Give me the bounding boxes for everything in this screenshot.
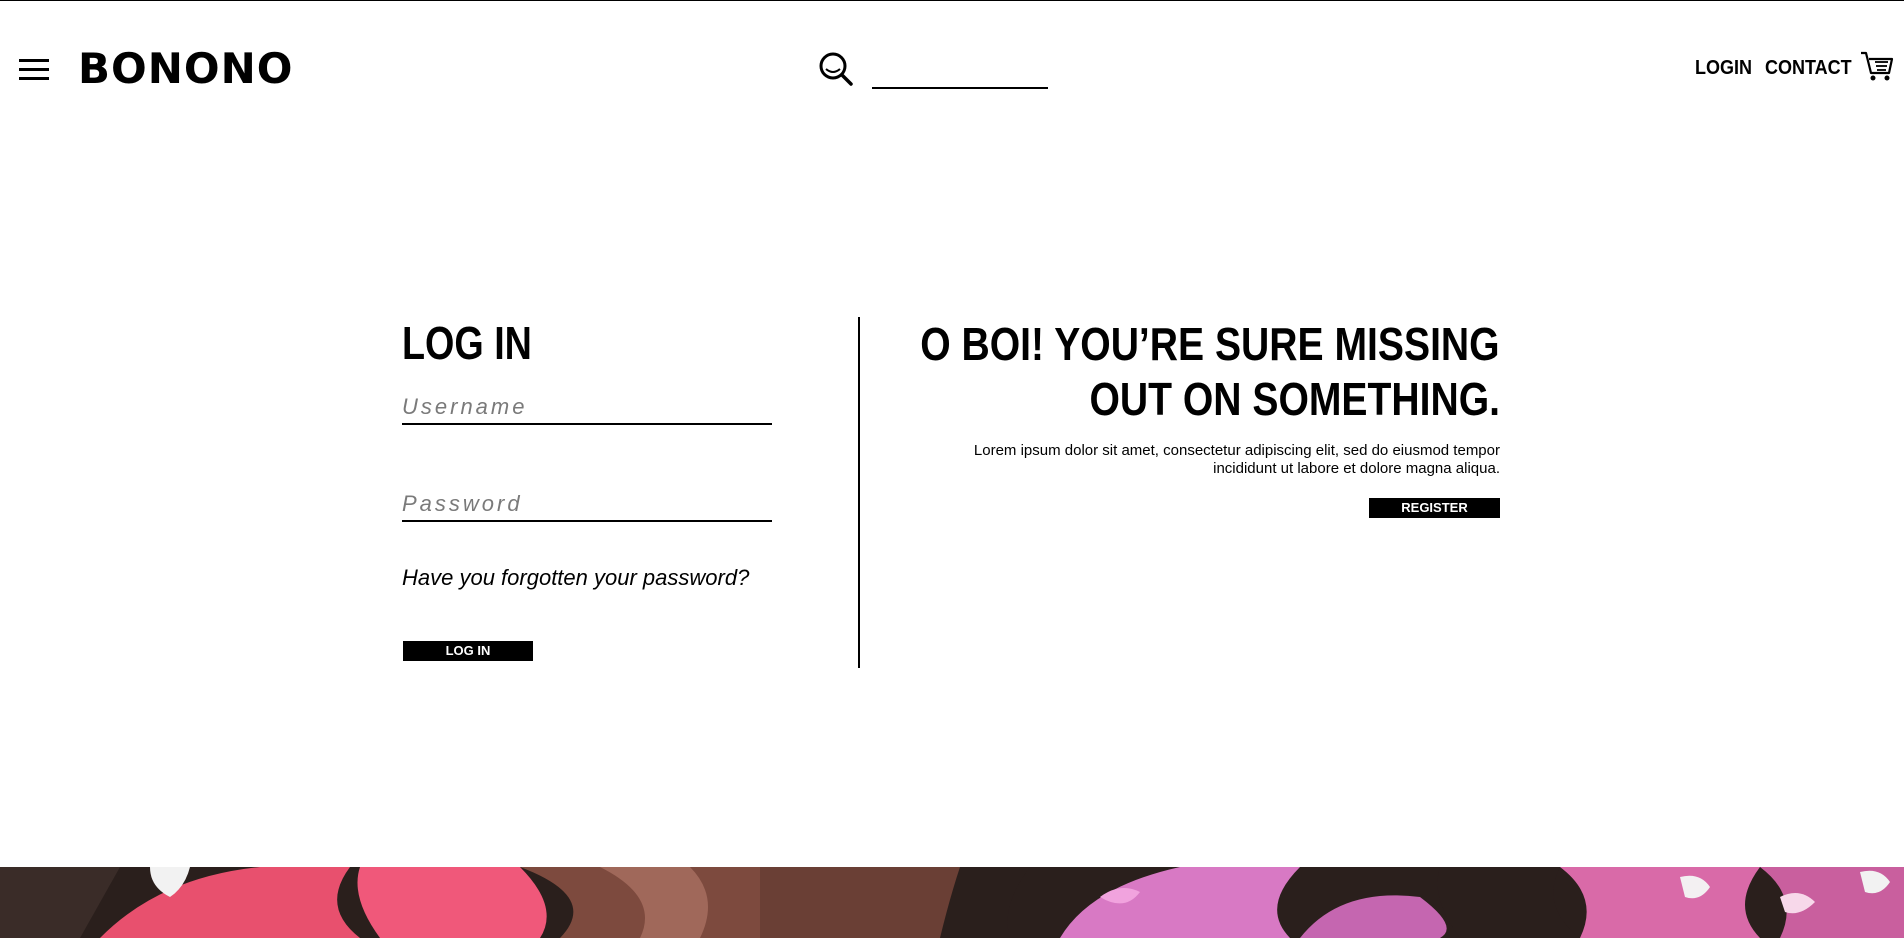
cart-icon[interactable]: [1860, 49, 1894, 83]
nav-contact-link[interactable]: CONTACT: [1765, 57, 1852, 80]
login-button[interactable]: LOG IN: [403, 641, 533, 661]
site-header: BONONO LOGIN CONTACT: [0, 1, 1904, 141]
register-title-line1: O BOI! YOU’RE SURE MISSING: [920, 318, 1500, 370]
login-title: LOG IN: [402, 317, 532, 369]
nav-login-link[interactable]: LOGIN: [1695, 57, 1752, 80]
username-field[interactable]: [402, 391, 772, 425]
register-title-line2: OUT ON SOMETHING.: [1089, 373, 1500, 425]
password-field[interactable]: [402, 488, 772, 522]
search-input[interactable]: [872, 55, 1048, 89]
site-logo[interactable]: BONONO: [78, 43, 293, 95]
register-title: O BOI! YOU’RE SURE MISSING OUT ON SOMETH…: [800, 317, 1500, 427]
menu-icon[interactable]: [19, 59, 49, 81]
forgot-password-link[interactable]: Have you forgotten your password?: [402, 565, 749, 591]
register-button[interactable]: REGISTER: [1369, 498, 1500, 518]
register-description: Lorem ipsum dolor sit amet, consectetur …: [973, 442, 1500, 477]
search-icon[interactable]: [818, 51, 854, 87]
hero-image: [0, 867, 1904, 938]
